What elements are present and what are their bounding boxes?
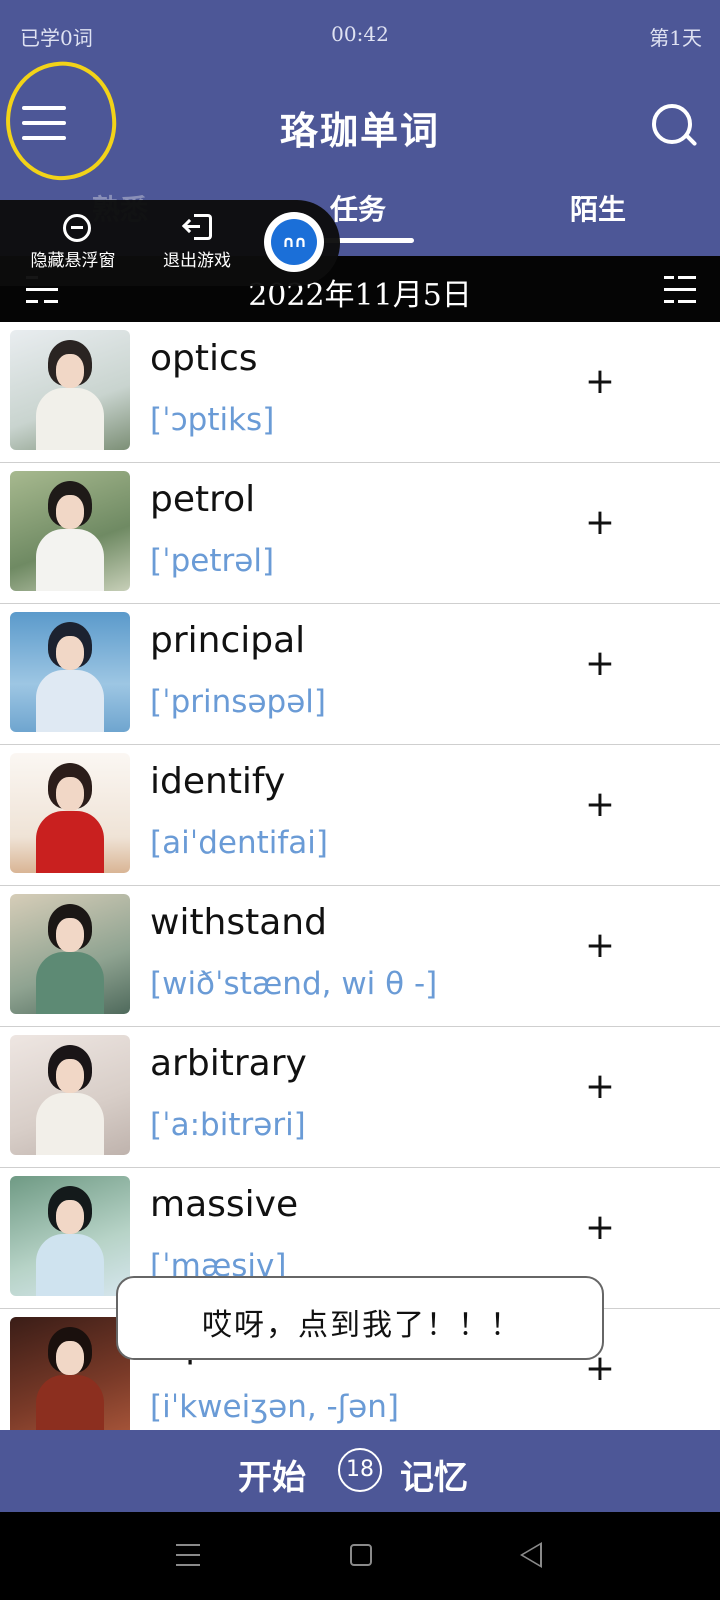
word-phonetic: [ˈpetrəl] <box>150 543 275 579</box>
word-thumbnail <box>10 1317 130 1430</box>
add-word-button[interactable]: + <box>584 1067 616 1107</box>
toast-text: 哎呀，点到我了！！！ <box>202 1308 522 1343</box>
add-word-button[interactable]: + <box>584 503 616 543</box>
status-row: 已学0词 00:42 第1天 <box>0 22 720 54</box>
float-logo-icon[interactable]: ∩∩ <box>264 212 324 272</box>
word-thumbnail <box>10 471 130 591</box>
list-item[interactable]: principal [ˈprinsəpəl] + <box>0 604 720 745</box>
word-thumbnail <box>10 753 130 873</box>
home-icon[interactable] <box>350 1544 372 1566</box>
hide-float-button[interactable]: 隐藏悬浮窗 <box>18 200 128 286</box>
tab-unfamiliar[interactable]: 陌生 <box>570 188 626 228</box>
word-count-badge: 18 <box>338 1448 382 1492</box>
add-word-button[interactable]: + <box>584 785 616 825</box>
add-word-button[interactable]: + <box>584 362 616 402</box>
start-label: 开始 <box>238 1458 306 1498</box>
app-title: 珞珈单词 <box>279 108 440 153</box>
start-memorize-button[interactable]: 开始 18 记忆 <box>0 1430 720 1512</box>
memorize-label: 记忆 <box>400 1458 468 1498</box>
word-phonetic: [wiðˈstænd, wi θ -] <box>150 966 438 1002</box>
list-item[interactable]: arbitrary [ˈa:bitrəri] + <box>0 1027 720 1168</box>
word-thumbnail <box>10 894 130 1014</box>
list-item[interactable]: identify [aiˈdentifai] + <box>0 745 720 886</box>
word-phonetic: [iˈkweiʒən, -ʃən] <box>150 1389 399 1425</box>
system-nav-bar <box>0 1512 720 1600</box>
word-phonetic: [ˈa:bitrəri] <box>150 1107 306 1143</box>
list-icon[interactable] <box>664 276 696 304</box>
word-text: massive <box>150 1184 299 1225</box>
word-text: optics <box>150 338 258 379</box>
recent-apps-icon[interactable] <box>176 1544 200 1566</box>
word-text: withstand <box>150 902 327 943</box>
tab-task[interactable]: 任务 <box>330 188 386 228</box>
word-text: identify <box>150 761 286 802</box>
hide-float-label: 隐藏悬浮窗 <box>30 251 116 271</box>
word-list[interactable]: optics [ˈɔptiks] + petrol [ˈpetrəl] + pr… <box>0 322 720 1430</box>
word-text: arbitrary <box>150 1043 307 1084</box>
word-text: petrol <box>150 479 256 520</box>
search-icon[interactable] <box>652 104 698 150</box>
add-word-button[interactable]: + <box>584 926 616 966</box>
word-thumbnail <box>10 330 130 450</box>
word-text: principal <box>150 620 306 661</box>
word-thumbnail <box>10 1176 130 1296</box>
list-item[interactable]: withstand [wiðˈstænd, wi θ -] + <box>0 886 720 1027</box>
add-word-button[interactable]: + <box>584 644 616 684</box>
toast-message: 哎呀，点到我了！！！ <box>116 1276 604 1360</box>
day-counter: 第1天 <box>649 26 702 50</box>
word-phonetic: [aiˈdentifai] <box>150 825 329 861</box>
exit-icon <box>181 214 214 242</box>
list-item[interactable]: optics [ˈɔptiks] + <box>0 322 720 463</box>
add-word-button[interactable]: + <box>584 1208 616 1248</box>
minus-circle-icon <box>63 214 91 242</box>
word-thumbnail <box>10 612 130 732</box>
word-phonetic: [ˈprinsəpəl] <box>150 684 326 720</box>
clock: 00:42 <box>331 22 389 46</box>
exit-game-button[interactable]: 退出游戏 <box>142 200 252 286</box>
list-item[interactable]: petrol [ˈpetrəl] + <box>0 463 720 604</box>
word-thumbnail <box>10 1035 130 1155</box>
back-icon[interactable] <box>520 1542 542 1568</box>
word-phonetic: [ˈɔptiks] <box>150 402 275 438</box>
exit-game-label: 退出游戏 <box>163 251 231 271</box>
